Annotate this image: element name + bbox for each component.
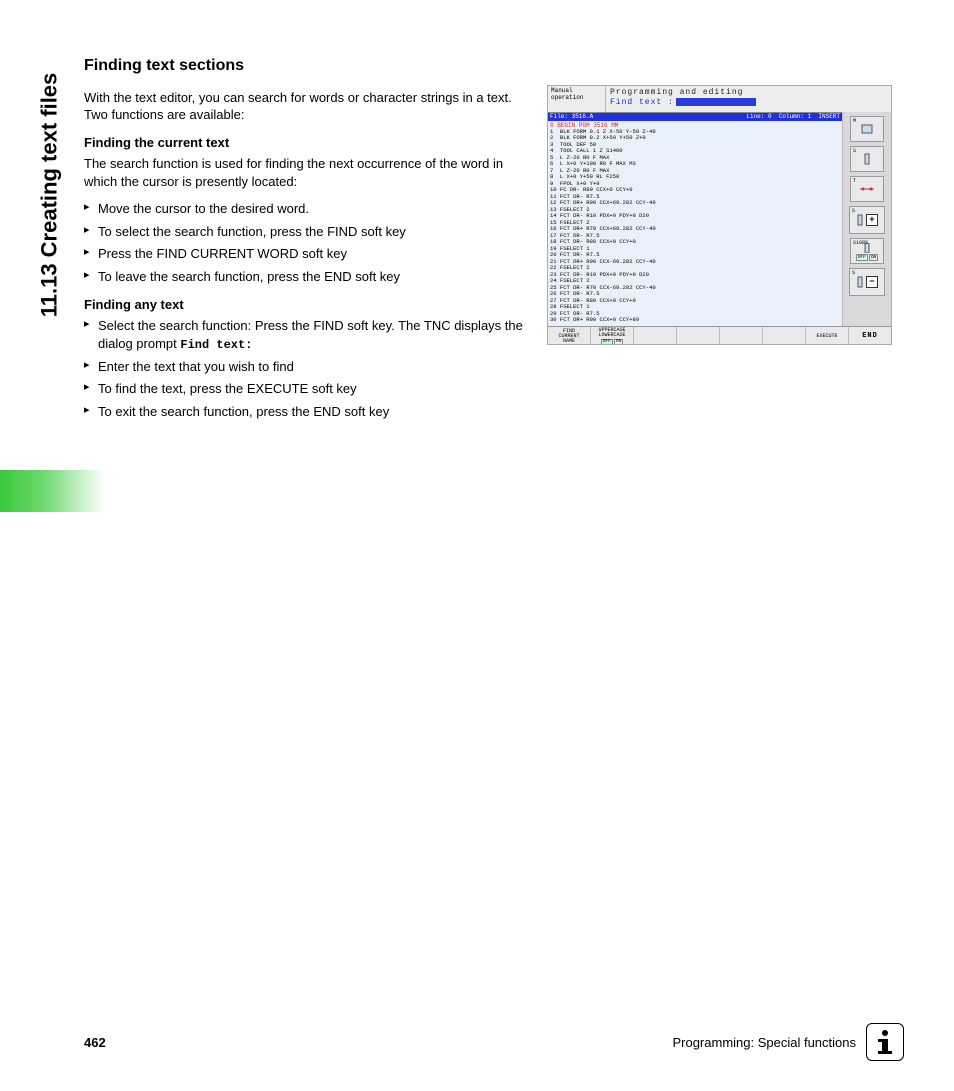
side-button-speed-minus[interactable]: S −	[849, 268, 885, 296]
softkey-empty	[677, 327, 720, 345]
softkey-case-toggle[interactable]: UPPERCASE LOWERCASE OFF ON	[591, 327, 634, 345]
body-content: Finding text sections With the text edit…	[84, 55, 524, 430]
side-button-m[interactable]: M	[850, 116, 884, 142]
list-item: Press the FIND CURRENT WORD soft key	[84, 245, 524, 263]
intro-paragraph: With the text editor, you can search for…	[84, 89, 524, 124]
side-panel: M S T S + S100% OFF	[842, 112, 891, 326]
program-lines: 1 BLK FORM 0.1 Z X-50 Y-50 Z-40 2 BLK FO…	[550, 129, 840, 324]
side-button-speed-plus[interactable]: S +	[849, 206, 885, 234]
section-stripe	[0, 470, 105, 512]
find-prompt: Find text :	[610, 98, 887, 107]
info-icon	[866, 1023, 904, 1061]
spindle-icon	[860, 152, 874, 166]
cursor-highlight	[676, 98, 756, 106]
softkey-empty	[634, 327, 677, 345]
list-item: To find the text, press the EXECUTE soft…	[84, 380, 524, 398]
chapter-title: Programming: Special functions	[672, 1035, 856, 1050]
subheading-any: Finding any text	[84, 296, 524, 314]
program-listing: File: 3516.A Line: 0 Column: 1 INSERT 0 …	[548, 112, 842, 326]
list-item: To exit the search function, press the E…	[84, 403, 524, 421]
softkey-empty	[763, 327, 806, 345]
minus-icon: −	[866, 276, 878, 288]
list-any: Select the search function: Press the FI…	[84, 317, 524, 420]
mode-label: Manual operation	[548, 86, 606, 112]
slider-icon	[856, 276, 864, 288]
list-current: Move the cursor to the desired word. To …	[84, 200, 524, 285]
side-button-s100[interactable]: S100% OFF ON	[850, 238, 884, 264]
tnc-screenshot: Manual operation Programming and editing…	[547, 85, 892, 345]
machine-icon	[860, 122, 874, 136]
list-item: Select the search function: Press the FI…	[84, 317, 524, 353]
softkey-execute[interactable]: EXECUTE	[806, 327, 849, 345]
slider-icon	[856, 214, 864, 226]
softkey-empty	[720, 327, 763, 345]
status-bar: File: 3516.A Line: 0 Column: 1 INSERT	[548, 113, 842, 121]
section-tab-text: 11.13 Creating text files	[36, 73, 62, 318]
list-item: To select the search function, press the…	[84, 223, 524, 241]
list-item: Move the cursor to the desired word.	[84, 200, 524, 218]
heading: Finding text sections	[84, 55, 524, 77]
list-item: To leave the search function, press the …	[84, 268, 524, 286]
tool-icon	[859, 184, 875, 194]
page-footer: 462 Programming: Special functions	[84, 1023, 904, 1061]
sub1-desc: The search function is used for finding …	[84, 155, 524, 190]
subheading-current: Finding the current text	[84, 134, 524, 152]
softkey-find-current-name[interactable]: FIND CURRENT NAME	[548, 327, 591, 345]
code-findtext: Find text:	[180, 338, 252, 352]
page-number: 462	[84, 1035, 106, 1050]
softkey-end[interactable]: END	[849, 327, 891, 345]
plus-icon: +	[866, 214, 878, 226]
side-button-t[interactable]: T	[850, 176, 884, 202]
section-tab: 11.13 Creating text files	[36, 50, 62, 340]
list-item: Enter the text that you wish to find	[84, 358, 524, 376]
side-button-s[interactable]: S	[850, 146, 884, 172]
softkey-row: FIND CURRENT NAME UPPERCASE LOWERCASE OF…	[548, 326, 891, 345]
screen-title: Programming and editing	[610, 88, 887, 97]
